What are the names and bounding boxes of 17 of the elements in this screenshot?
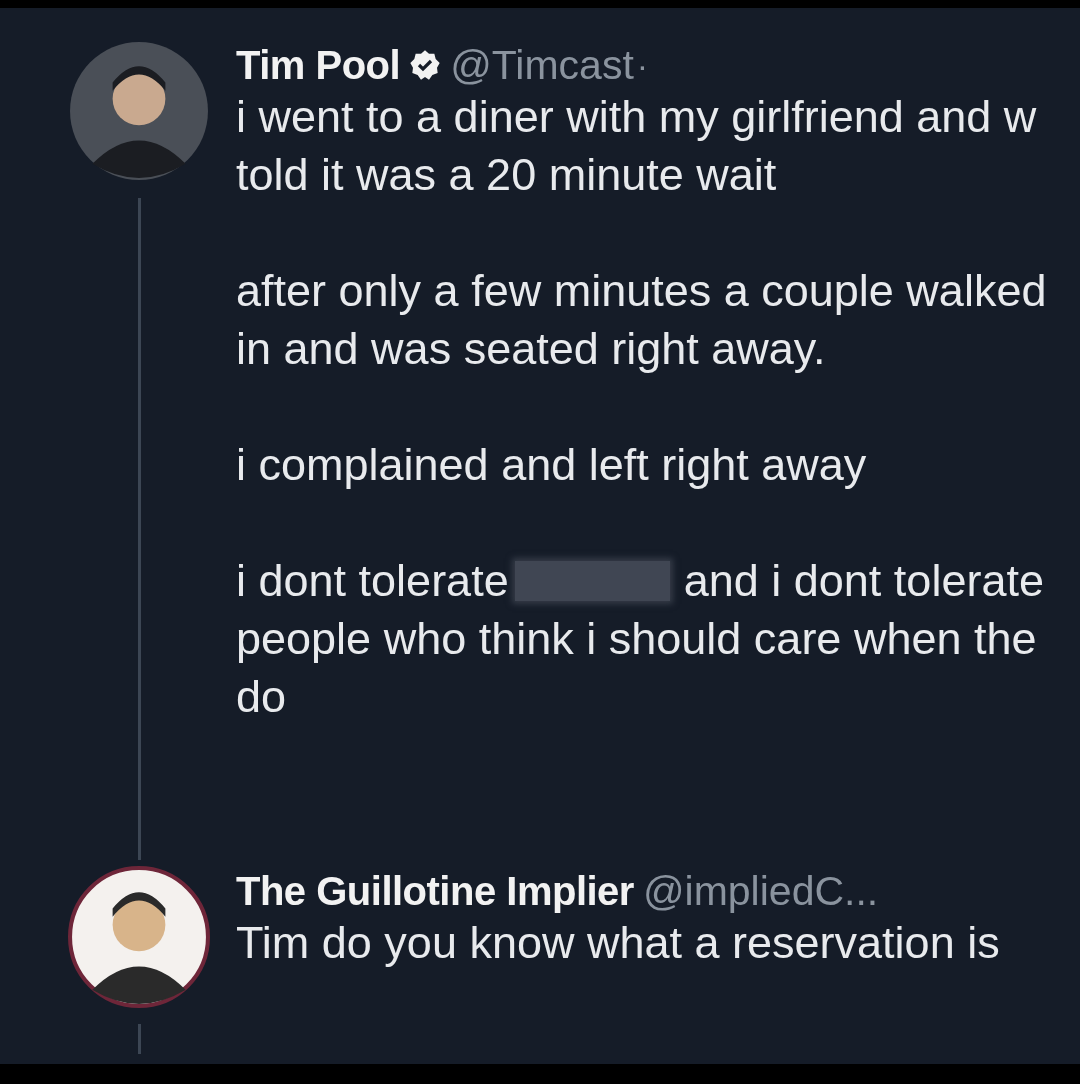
tweet-text: and i dont tolerate — [683, 554, 1044, 608]
avatar[interactable] — [68, 40, 210, 182]
avatar[interactable] — [68, 866, 210, 1008]
tweet-text: i complained and left right away — [236, 438, 867, 492]
tweet-text: i dont tolerate — [236, 554, 509, 608]
tweet-text: Tim do you know what a reservation is — [236, 916, 1000, 970]
tweet-text: told it was a 20 minute wait — [236, 148, 777, 202]
author-name: The Guillotine Implier — [236, 868, 634, 914]
tweet-text: after only a few minutes a couple walked — [236, 264, 1047, 318]
tweet-text: in and was seated right away. — [236, 322, 826, 376]
author-name: Tim Pool — [236, 42, 401, 88]
author-handle: @Timcast — [450, 41, 634, 89]
separator: · — [636, 45, 649, 85]
tweet-text: i went to a diner with my girlfriend and w — [236, 90, 1037, 144]
tweet-text: do — [236, 670, 287, 724]
tweet-text: people who think i should care when the — [236, 612, 1037, 666]
author-handle: @impliedC... — [642, 867, 879, 915]
